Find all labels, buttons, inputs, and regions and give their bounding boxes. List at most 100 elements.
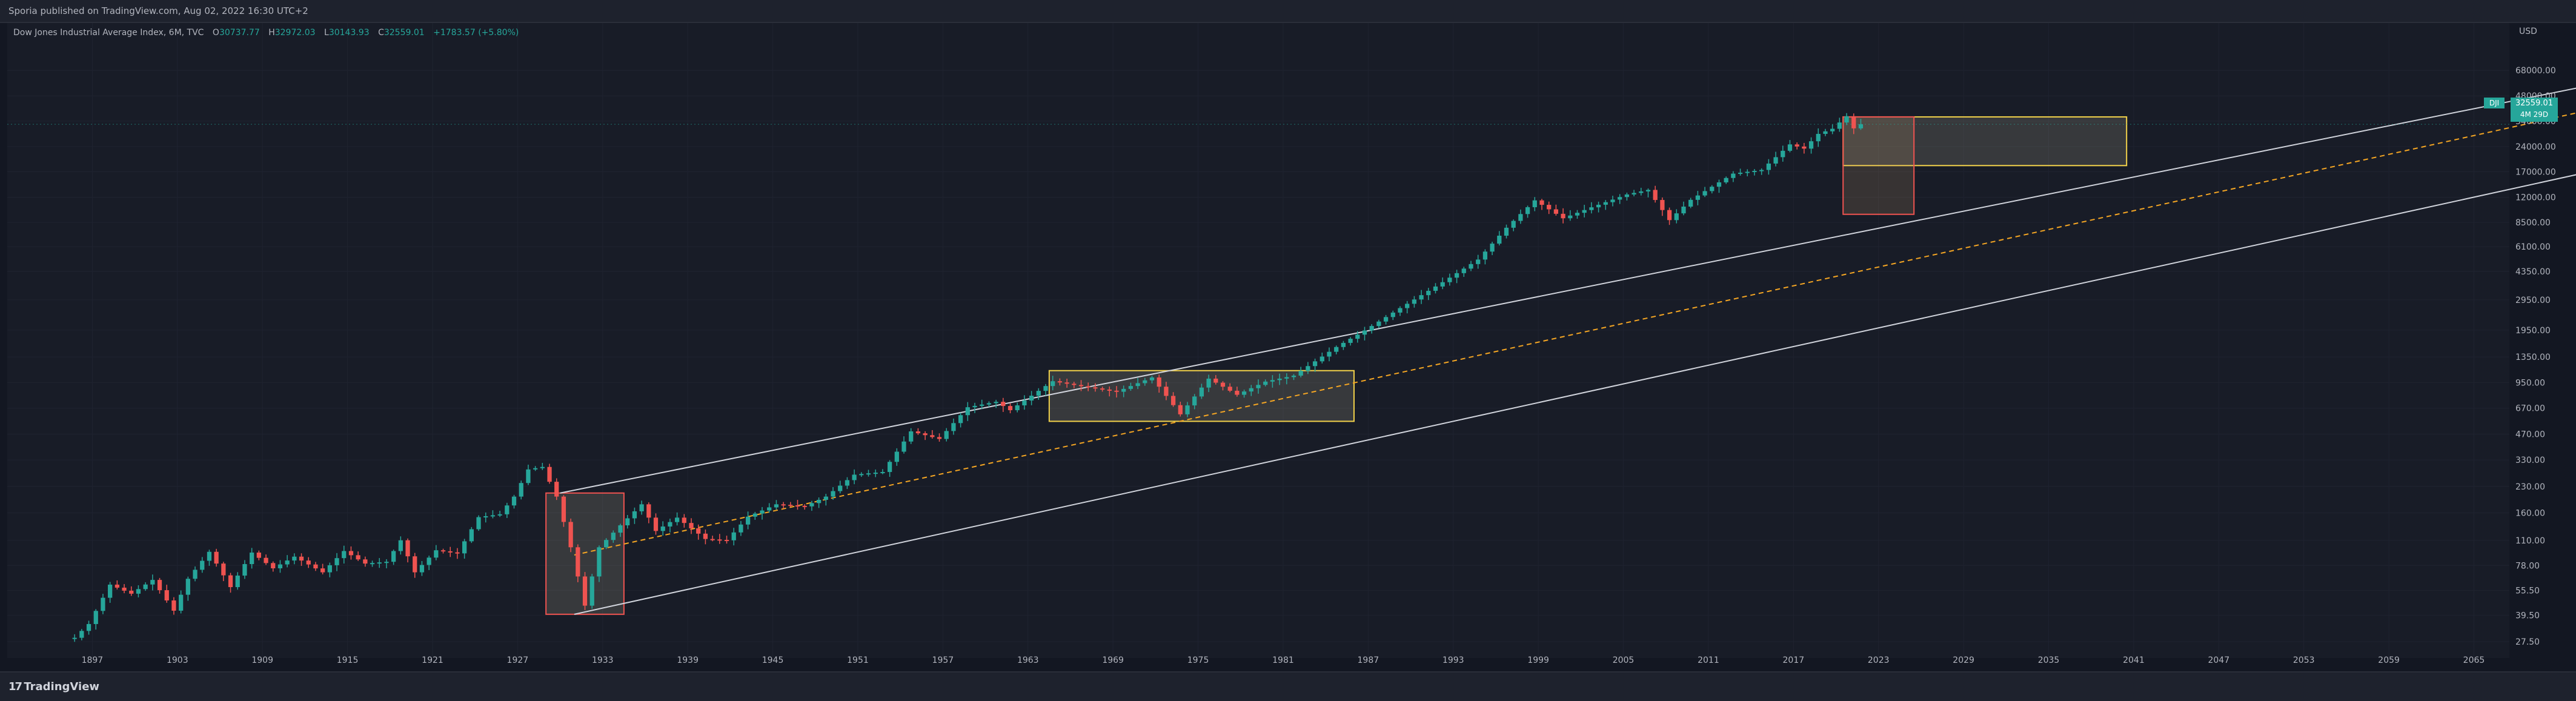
candle-body bbox=[313, 564, 318, 569]
candle-body bbox=[1511, 221, 1516, 228]
candle-body bbox=[788, 505, 793, 507]
candle-body bbox=[958, 415, 963, 424]
candle-body bbox=[1596, 204, 1601, 208]
candle-body bbox=[306, 560, 311, 565]
x-tick-label: 1915 bbox=[337, 656, 359, 665]
candle-body bbox=[1518, 214, 1523, 221]
x-tick-label: 2029 bbox=[1953, 656, 1974, 665]
candle-body bbox=[1185, 405, 1190, 414]
candle-body bbox=[717, 539, 722, 541]
candle-body bbox=[483, 516, 488, 517]
candle-body bbox=[271, 563, 276, 568]
candle-body bbox=[1043, 386, 1048, 391]
candle-body bbox=[1589, 207, 1594, 210]
x-tick-label: 1993 bbox=[1442, 656, 1464, 665]
candle-body bbox=[915, 431, 921, 434]
candle-body bbox=[1766, 163, 1771, 170]
candle-body bbox=[965, 407, 970, 416]
tradingview-logo[interactable]: 𝟭𝟳 TradingView bbox=[8, 680, 99, 693]
candle-body bbox=[1249, 388, 1253, 392]
candle-body bbox=[561, 496, 566, 522]
candle-body bbox=[1078, 385, 1084, 387]
candle-body bbox=[710, 539, 715, 540]
candle-body bbox=[1270, 380, 1275, 382]
candle-body bbox=[1064, 382, 1069, 384]
candle-body bbox=[207, 551, 212, 561]
candle-body bbox=[440, 550, 446, 552]
candle-body bbox=[880, 472, 885, 474]
candle-body bbox=[1263, 381, 1268, 385]
candle-body bbox=[576, 547, 580, 577]
candle-body bbox=[1461, 268, 1466, 273]
y-tick-label: 17000.00 bbox=[2515, 167, 2556, 177]
candle-body bbox=[143, 584, 148, 590]
y-tick-label: 6100.00 bbox=[2515, 242, 2551, 252]
candle-body bbox=[1454, 273, 1459, 278]
change-value: +1783.57 (+5.80%) bbox=[433, 28, 519, 38]
candle-body bbox=[1469, 264, 1473, 269]
candle-body bbox=[122, 587, 127, 591]
currency-label: USD bbox=[2519, 27, 2537, 36]
candle-body bbox=[739, 524, 743, 533]
candle-body bbox=[164, 590, 169, 601]
open-label: O bbox=[212, 28, 219, 38]
candle-body bbox=[1284, 377, 1289, 379]
candle-body bbox=[129, 590, 134, 594]
candle-body bbox=[589, 576, 594, 606]
candle-body bbox=[930, 435, 935, 437]
candle-body bbox=[760, 510, 765, 514]
candle-body bbox=[1745, 171, 1750, 173]
candle-body bbox=[193, 570, 198, 579]
candle-body bbox=[1624, 194, 1630, 198]
candle-body bbox=[405, 540, 410, 557]
candle-body bbox=[490, 515, 496, 517]
candle-body bbox=[1149, 377, 1155, 380]
candle-body bbox=[1241, 391, 1247, 395]
candle-body bbox=[250, 553, 254, 565]
y-tick-label: 27.50 bbox=[2515, 637, 2540, 647]
last-price-tag: 32559.01 4M 29D bbox=[2511, 98, 2558, 122]
candle-body bbox=[731, 532, 736, 540]
symbol-name: Dow Jones Industrial Average Index, 6M, … bbox=[13, 28, 204, 38]
candle-body bbox=[1051, 381, 1055, 387]
candle-body bbox=[150, 580, 155, 585]
candle-body bbox=[625, 518, 630, 526]
candle-body bbox=[582, 576, 588, 606]
candle-body bbox=[1157, 377, 1161, 387]
candle-body bbox=[256, 553, 261, 558]
candle-body bbox=[299, 556, 304, 561]
candle-body bbox=[1213, 378, 1218, 383]
candle-body bbox=[1398, 308, 1403, 313]
candle-body bbox=[1858, 124, 1864, 128]
open-value: 30737.77 bbox=[219, 28, 260, 38]
channel-midline bbox=[574, 112, 2576, 556]
candle-body bbox=[1738, 173, 1743, 174]
candle-body bbox=[1482, 251, 1488, 260]
y-tick-label: 68000.00 bbox=[2515, 66, 2556, 76]
candle-body bbox=[511, 496, 517, 506]
x-tick-label: 2017 bbox=[1783, 656, 1805, 665]
candle-body bbox=[1277, 378, 1282, 380]
candle-body bbox=[1291, 375, 1296, 377]
candle-body bbox=[377, 562, 382, 564]
candle-body bbox=[320, 568, 325, 573]
x-tick-label: 1963 bbox=[1017, 656, 1039, 665]
x-tick-label: 2005 bbox=[1613, 656, 1635, 665]
x-tick-label: 1981 bbox=[1272, 656, 1294, 665]
candle-body bbox=[1830, 128, 1835, 131]
candle-body bbox=[1674, 213, 1679, 221]
x-tick-label: 1897 bbox=[82, 656, 104, 665]
candle-body bbox=[1015, 405, 1020, 411]
candlestick-chart[interactable]: 27.50 39.50 55.50 78.00 110.00 160.00 230.00 33… bbox=[0, 0, 2576, 700]
x-tick-label: 1903 bbox=[167, 656, 188, 665]
candle-body bbox=[526, 469, 531, 483]
candle-body bbox=[391, 551, 396, 562]
y-tick-label: 670.00 bbox=[2515, 404, 2545, 414]
tradingview-logo-icon: 𝟭𝟳 bbox=[8, 680, 24, 693]
candle-body bbox=[86, 623, 91, 631]
candle-body bbox=[1405, 304, 1410, 308]
candle-body bbox=[1220, 382, 1226, 387]
candle-body bbox=[1645, 190, 1651, 191]
candle-body bbox=[774, 504, 779, 508]
candle-body bbox=[1787, 144, 1793, 151]
